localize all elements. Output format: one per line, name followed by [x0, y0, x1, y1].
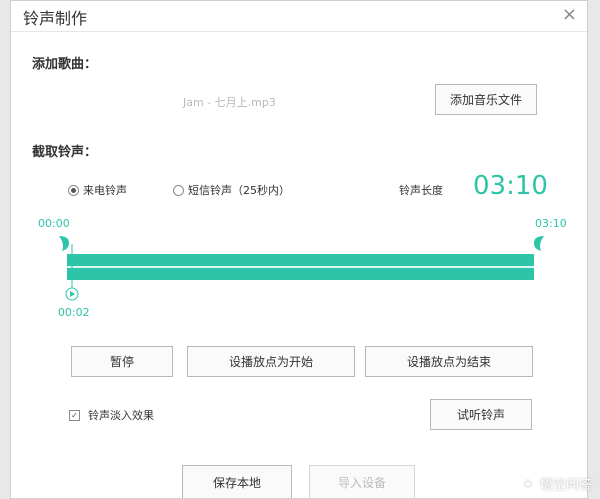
song-filename: Jam - 七月上.mp3 [183, 96, 276, 109]
start-time: 00:00 [38, 217, 70, 230]
waveform-track-line [67, 266, 534, 268]
ringtone-maker-dialog: 铃声制作 × 添加歌曲： Jam - 七月上.mp3 添加音乐文件 截取铃声： … [10, 0, 588, 499]
playhead-time: 00:02 [57, 306, 90, 319]
radio-sms-ringtone[interactable]: 短信铃声（25秒内） [173, 182, 290, 198]
end-handle-icon[interactable] [532, 234, 546, 252]
checkmark-icon: ✓ [69, 409, 80, 421]
radio-call-label: 来电铃声 [83, 184, 127, 197]
end-time: 03:10 [535, 217, 567, 230]
wukong-logo-icon: ◉ [519, 475, 536, 492]
radio-call-ringtone[interactable]: 来电铃声 [68, 182, 127, 198]
preview-ringtone-button[interactable]: 试听铃声 [430, 399, 532, 430]
watermark: ◉ 悟空问答 [519, 474, 592, 493]
radio-sms-label: 短信铃声（25秒内） [188, 184, 290, 197]
watermark-text: 悟空问答 [539, 478, 592, 493]
set-start-button[interactable]: 设播放点为开始 [187, 346, 355, 377]
fade-in-label: 铃声淡入效果 [88, 409, 154, 422]
dialog-title: 铃声制作 [23, 9, 88, 28]
radio-unselected-icon [173, 184, 184, 196]
save-local-button[interactable]: 保存本地 [182, 465, 292, 498]
add-song-label: 添加歌曲： [32, 57, 98, 72]
radio-selected-icon [68, 184, 79, 196]
fade-in-checkbox[interactable]: ✓ 铃声淡入效果 [69, 407, 154, 423]
title-bar: 铃声制作 × [11, 1, 587, 32]
playhead-icon[interactable] [65, 244, 79, 302]
pause-button[interactable]: 暂停 [71, 346, 173, 377]
ringtone-length-value: 03:10 [473, 171, 548, 201]
background-window-right [588, 0, 600, 499]
import-device-button: 导入设备 [309, 465, 415, 498]
add-music-file-button[interactable]: 添加音乐文件 [435, 84, 537, 115]
set-end-button[interactable]: 设播放点为结束 [365, 346, 533, 377]
clip-ringtone-label: 截取铃声： [32, 145, 98, 160]
ringtone-length-label: 铃声长度 [399, 184, 443, 197]
close-icon[interactable]: × [562, 4, 577, 26]
